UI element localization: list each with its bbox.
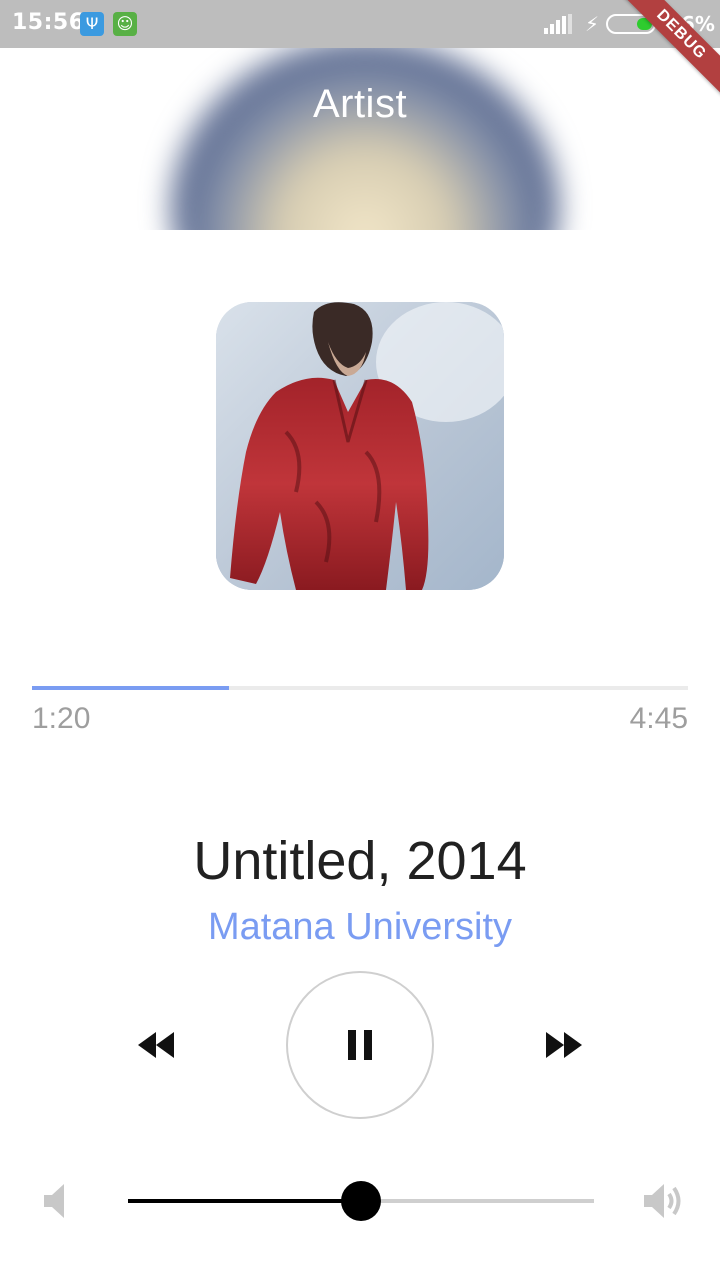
pause-icon [348, 1030, 372, 1060]
page-title: Artist [312, 82, 408, 126]
header-background [0, 48, 720, 230]
blurred-album-art [170, 48, 560, 230]
music-player-screen: 15:56 Ψ ☺ ⚡ 36% DEBUG Artist 1:20 4:45 U… [0, 0, 720, 1280]
volume-mute-icon[interactable] [42, 1184, 68, 1218]
album-cover [216, 302, 504, 590]
volume-thumb[interactable] [341, 1181, 381, 1221]
volume-slider[interactable] [128, 1181, 594, 1221]
usb-icon: Ψ [80, 12, 104, 36]
fast-forward-button[interactable] [532, 1020, 592, 1070]
pause-button[interactable] [286, 971, 434, 1119]
progress-fill [32, 686, 229, 690]
status-time: 15:56 [12, 10, 85, 35]
fast-rewind-icon [138, 1032, 174, 1058]
android-debug-icon: ☺ [113, 12, 137, 36]
fast-forward-icon [546, 1032, 582, 1058]
volume-fill [128, 1199, 361, 1203]
charging-icon: ⚡ [585, 12, 600, 36]
total-time: 4:45 [629, 702, 688, 735]
signal-icon [544, 14, 572, 34]
album-cover-image [216, 302, 504, 590]
song-title: Untitled, 2014 [193, 831, 527, 891]
progress-bar[interactable] [32, 686, 688, 690]
volume-up-icon[interactable] [642, 1182, 684, 1220]
status-bar: 15:56 Ψ ☺ ⚡ 36% [0, 0, 720, 48]
rewind-button[interactable] [128, 1020, 188, 1070]
artist-name[interactable]: Matana University [0, 906, 720, 949]
elapsed-time: 1:20 [32, 702, 91, 735]
